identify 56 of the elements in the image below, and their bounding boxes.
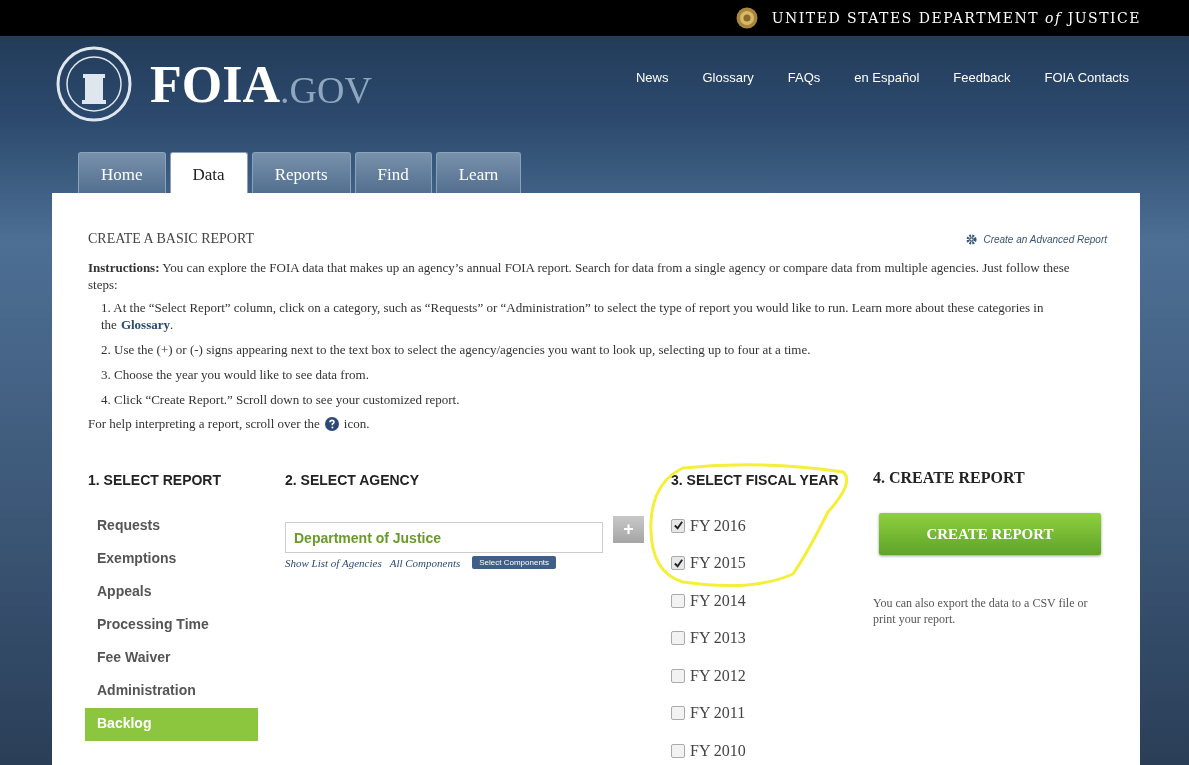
instructions-text: Instructions: You can explore the FOIA data that makes up an agency’s annual FOIA report. Search for data from a single agency or compare data from multiple agencies. Just follow these steps: [88, 259, 1071, 293]
column-heading: 2. SELECT AGENCY [285, 472, 421, 490]
select-components-button[interactable]: Select Components [472, 556, 557, 569]
nav-tab[interactable]: Home [78, 152, 166, 193]
step-text: 1. At the “Select Report” column, click on a category, such as “Requests” or “Administration” to select the type of report you would like to run. Learn more about these categories in the Glossary. [101, 299, 1045, 333]
year-label: FY 2010 [690, 741, 746, 760]
year-checkbox[interactable] [671, 743, 685, 758]
year-checkbox[interactable] [671, 593, 685, 608]
nav-link[interactable]: FOIA Contacts [1044, 70, 1129, 85]
nav-link[interactable]: en Español [854, 70, 920, 85]
year-label: FY 2013 [690, 629, 746, 648]
year-label: FY 2011 [690, 704, 746, 723]
year-label: FY 2016 [690, 516, 746, 535]
report-type-item[interactable]: Exemptions [85, 543, 258, 576]
year-label: FY 2012 [690, 666, 746, 685]
report-type-item[interactable]: Administration [85, 675, 258, 708]
export-note: You can also export the data to a CSV file or print your report. [873, 595, 1089, 627]
nav-link[interactable]: News [635, 70, 669, 85]
nav-link[interactable]: Feedback [953, 70, 1011, 85]
nav-link[interactable]: Glossary [702, 70, 754, 85]
step-text: 2. Use the (+) or (-) signs appearing next to the text box to select the agency/agencies you want to look up, selecting up to four at a time. [101, 341, 812, 358]
year-checkbox[interactable] [671, 631, 685, 646]
column-heading: 1. SELECT REPORT [88, 472, 223, 490]
year-checkbox[interactable] [671, 556, 685, 571]
step-text: 4. Click “Create Report.” Scroll down to see your customized report. [101, 391, 461, 408]
nav-link[interactable]: FAQs [787, 70, 821, 85]
report-type-item[interactable]: Appeals [85, 576, 258, 609]
glossary-link[interactable]: Glossary [120, 317, 170, 332]
seal-logo-icon [56, 46, 132, 122]
agency-link[interactable]: All Components [389, 556, 461, 569]
help-icon [324, 417, 339, 431]
year-label: FY 2014 [690, 591, 746, 610]
logo-text[interactable]: FOIA [150, 54, 280, 114]
agency-link[interactable]: Show List of Agencies [285, 556, 382, 569]
nav-tab[interactable]: Find [354, 152, 432, 193]
year-checkbox[interactable] [671, 668, 685, 683]
column-heading: 4. CREATE REPORT [873, 469, 1026, 488]
section-title: CREATE A BASIC REPORT [88, 231, 255, 247]
report-type-item[interactable]: Requests [85, 510, 258, 543]
gear-icon [966, 233, 978, 245]
nav-tab[interactable]: Data [169, 152, 248, 193]
step-text: 3. Choose the year you would like to see data from. [101, 366, 370, 383]
year-checkbox[interactable] [671, 518, 685, 533]
year-checkbox[interactable] [671, 706, 685, 721]
help-text: For help interpreting a report, scroll over the [88, 416, 320, 432]
report-type-item[interactable]: Fee Waiver [85, 642, 258, 675]
help-text: icon. [343, 416, 370, 432]
nav-tab[interactable]: Learn [435, 152, 522, 193]
logo-suffix[interactable]: .GOV [280, 56, 372, 112]
nav-tab[interactable]: Reports [251, 152, 351, 193]
department-name[interactable]: UNITED STATES DEPARTMENT of JUSTICE [771, 10, 1141, 26]
year-label: FY 2015 [690, 554, 746, 573]
column-heading: 3. SELECT FISCAL YEAR [671, 472, 840, 490]
report-type-item[interactable]: Processing Time [85, 609, 258, 642]
seal-icon [735, 7, 758, 29]
advanced-report-link[interactable]: Create an Advanced Report [966, 233, 1107, 245]
